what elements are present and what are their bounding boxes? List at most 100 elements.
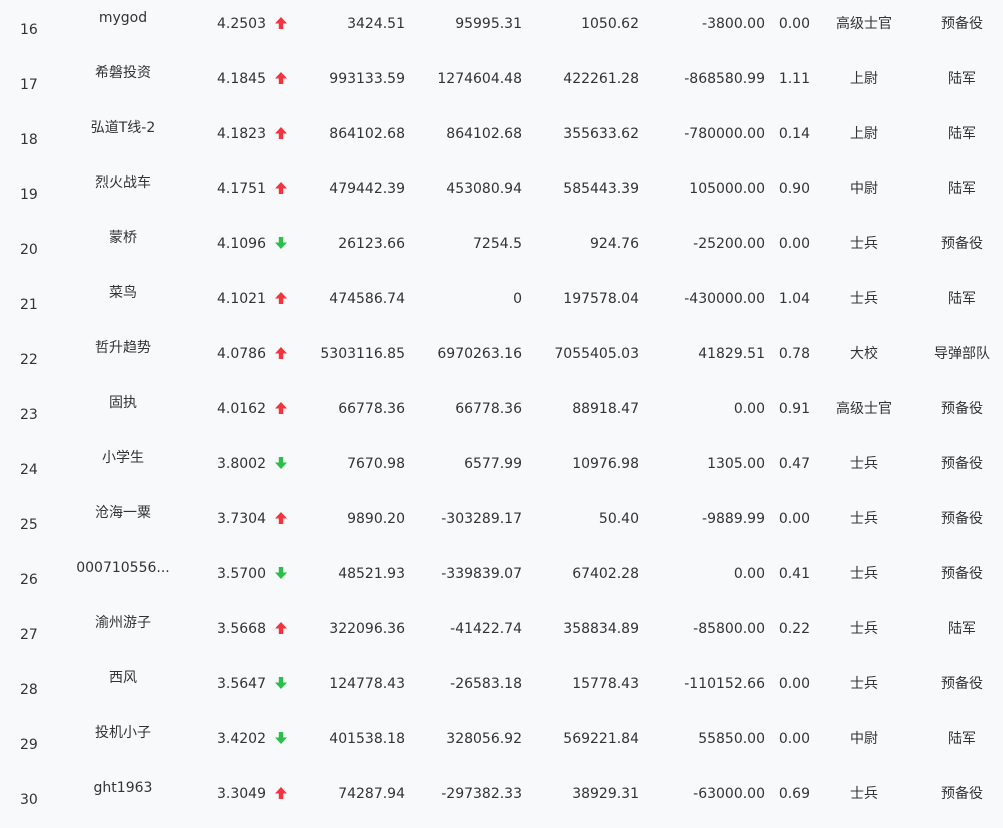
rank-title-cell: 士兵 — [850, 566, 878, 582]
table-row[interactable]: 26 000710556... 3.5700 48521.93 -339839.07 67… — [0, 547, 1003, 602]
branch-cell: 预备役 — [941, 456, 983, 472]
rank-cell: 28 — [20, 682, 38, 698]
table-row[interactable]: 17 希磐投资 4.1845 993133.59 1274604.48 422261.28… — [0, 52, 1003, 107]
value-4-cell: -868580.99 — [684, 71, 765, 87]
table-row[interactable]: 25 沧海一粟 3.7304 9890.20 -303289.17 50.40 -9889.… — [0, 492, 1003, 547]
score-cell: 3.5668 — [217, 621, 266, 637]
rank-cell: 26 — [20, 572, 38, 588]
rank-cell: 17 — [20, 77, 38, 93]
rank-cell: 20 — [20, 242, 38, 258]
value-2-cell: 6577.99 — [464, 456, 522, 472]
rank-cell: 30 — [20, 792, 38, 808]
table-row[interactable]: 28 西风 3.5647 124778.43 -26583.18 15778.43 -110… — [0, 657, 1003, 712]
value-2-cell: 864102.68 — [446, 126, 522, 142]
value-5-cell: 0.00 — [778, 16, 810, 32]
value-1-cell: 401538.18 — [329, 731, 405, 747]
table-row[interactable]: 24 小学生 3.8002 7670.98 6577.99 10976.98 1305.00… — [0, 437, 1003, 492]
table-row[interactable]: 20 蒙桥 4.1096 26123.66 7254.5 924.76 -25200.00 0… — [0, 217, 1003, 272]
arrow-up-icon — [273, 272, 289, 327]
score-cell: 4.0162 — [217, 401, 266, 417]
rank-title-cell: 士兵 — [850, 291, 878, 307]
value-5-cell: 0.00 — [778, 676, 810, 692]
rank-cell: 18 — [20, 132, 38, 148]
table-row[interactable]: 29 投机小子 3.4202 401538.18 328056.92 569221.84 5… — [0, 712, 1003, 767]
value-2-cell: -41422.74 — [450, 621, 522, 637]
value-5-cell: 0.14 — [778, 126, 810, 142]
name-cell: mygod — [98, 10, 148, 26]
value-1-cell: 66778.36 — [338, 401, 405, 417]
value-4-cell: -780000.00 — [684, 126, 765, 142]
table-row[interactable]: 18 弘道T线-2 4.1823 864102.68 864102.68 355633.6… — [0, 107, 1003, 162]
value-5-cell: 0.41 — [778, 566, 810, 582]
value-3-cell: 50.40 — [598, 511, 639, 527]
score-cell: 4.1021 — [217, 291, 266, 307]
score-cell: 3.8002 — [217, 456, 266, 472]
branch-cell: 预备役 — [941, 786, 983, 802]
arrow-up-icon — [273, 382, 289, 437]
value-3-cell: 422261.28 — [563, 71, 639, 87]
value-5-cell: 0.69 — [778, 786, 810, 802]
value-1-cell: 7670.98 — [347, 456, 405, 472]
rank-title-cell: 士兵 — [850, 621, 878, 637]
value-2-cell: -339839.07 — [441, 566, 522, 582]
value-1-cell: 479442.39 — [329, 181, 405, 197]
branch-cell: 预备役 — [941, 236, 983, 252]
name-cell: 哲升趋势 — [95, 340, 151, 356]
rank-title-cell: 上尉 — [850, 71, 878, 87]
value-5-cell: 1.04 — [778, 291, 810, 307]
value-4-cell: -9889.99 — [702, 511, 765, 527]
rank-title-cell: 士兵 — [850, 786, 878, 802]
table-row[interactable]: 23 固执 4.0162 66778.36 66778.36 88918.47 0.00 0.… — [0, 382, 1003, 437]
branch-cell: 预备役 — [941, 566, 983, 582]
branch-cell: 预备役 — [941, 16, 983, 32]
value-5-cell: 0.00 — [778, 731, 810, 747]
arrow-down-icon — [273, 712, 289, 767]
value-4-cell: 1305.00 — [707, 456, 765, 472]
table-row[interactable]: 19 烈火战车 4.1751 479442.39 453080.94 585443.39 1… — [0, 162, 1003, 217]
rank-cell: 27 — [20, 627, 38, 643]
score-cell: 3.3049 — [217, 786, 266, 802]
branch-cell: 陆军 — [948, 126, 976, 142]
table-row[interactable]: 22 哲升趋势 4.0786 5303116.85 6970263.16 7055405.… — [0, 327, 1003, 382]
branch-cell: 陆军 — [948, 71, 976, 87]
value-5-cell: 1.11 — [778, 71, 810, 87]
arrow-down-icon — [273, 657, 289, 712]
rank-title-cell: 中尉 — [850, 731, 878, 747]
value-5-cell: 0.91 — [778, 401, 810, 417]
value-3-cell: 38929.31 — [572, 786, 639, 802]
arrow-up-icon — [273, 107, 289, 162]
ranking-table: 16 mygod 4.2503 3424.51 95995.31 1050.62 -3800… — [0, 0, 1003, 812]
arrow-down-icon — [273, 217, 289, 272]
table-row[interactable]: 16 mygod 4.2503 3424.51 95995.31 1050.62 -3800… — [0, 0, 1003, 52]
value-3-cell: 10976.98 — [572, 456, 639, 472]
value-2-cell: 6970263.16 — [437, 346, 522, 362]
table-row[interactable]: 21 菜鸟 4.1021 474586.74 0 197578.04 -430000.00 1… — [0, 272, 1003, 327]
score-cell: 3.5647 — [217, 676, 266, 692]
score-cell: 4.1823 — [217, 126, 266, 142]
branch-cell: 导弹部队 — [934, 346, 990, 362]
rank-title-cell: 大校 — [850, 346, 878, 362]
value-2-cell: 66778.36 — [455, 401, 522, 417]
arrow-up-icon — [273, 492, 289, 547]
branch-cell: 预备役 — [941, 676, 983, 692]
table-row[interactable]: 30 ght1963 3.3049 74287.94 -297382.33 38929.3… — [0, 767, 1003, 822]
value-4-cell: 105000.00 — [689, 181, 765, 197]
rank-cell: 23 — [20, 407, 38, 423]
arrow-up-icon — [273, 327, 289, 382]
arrow-up-icon — [273, 767, 289, 822]
value-2-cell: 7254.5 — [473, 236, 522, 252]
value-1-cell: 9890.20 — [347, 511, 405, 527]
value-4-cell: -430000.00 — [684, 291, 765, 307]
value-4-cell: 0.00 — [733, 566, 765, 582]
score-cell: 4.2503 — [217, 16, 266, 32]
value-1-cell: 5303116.85 — [320, 346, 405, 362]
rank-cell: 24 — [20, 462, 38, 478]
table-row[interactable]: 27 渝州游子 3.5668 322096.36 -41422.74 358834.89 -… — [0, 602, 1003, 657]
score-cell: 3.7304 — [217, 511, 266, 527]
value-5-cell: 0.78 — [778, 346, 810, 362]
value-3-cell: 67402.28 — [572, 566, 639, 582]
value-3-cell: 569221.84 — [563, 731, 639, 747]
value-1-cell: 48521.93 — [338, 566, 405, 582]
branch-cell: 陆军 — [948, 621, 976, 637]
rank-title-cell: 士兵 — [850, 676, 878, 692]
